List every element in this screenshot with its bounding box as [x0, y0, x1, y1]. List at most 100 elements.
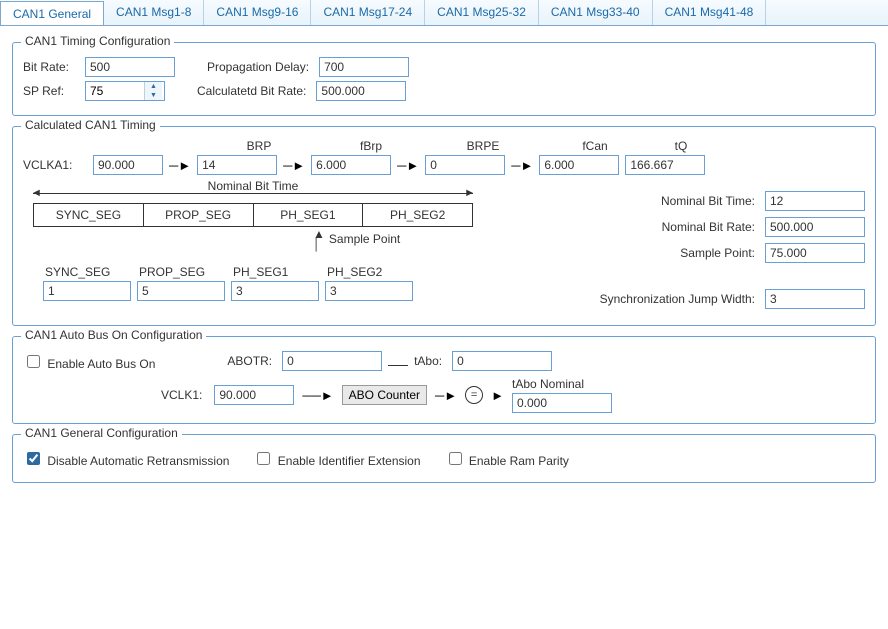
- header-ph-seg1: PH_SEG1: [231, 265, 319, 279]
- cell-ph-seg2: PH_SEG2: [363, 204, 472, 226]
- label-vclka1: VCLKA1:: [23, 158, 83, 172]
- cell-ph-seg1: PH_SEG1: [254, 204, 364, 226]
- tab-can1-msg25-32[interactable]: CAN1 Msg25-32: [425, 0, 539, 25]
- cell-prop-seg: PROP_SEG: [144, 204, 254, 226]
- spinner-down-button[interactable]: ▼: [145, 91, 162, 100]
- fieldset-general-config: CAN1 General Configuration Disable Autom…: [12, 434, 876, 483]
- header-fbrp: fBrp: [331, 139, 411, 153]
- tab-label: CAN1 Msg17-24: [323, 5, 412, 19]
- output-tabo: [452, 351, 552, 371]
- legend-auto-bus-on: CAN1 Auto Bus On Configuration: [21, 328, 206, 342]
- checkbox-enable-auto-bus-on[interactable]: Enable Auto Bus On: [23, 352, 155, 371]
- arrow-right-icon: ─►: [169, 158, 191, 173]
- header-prop-seg: PROP_SEG: [137, 265, 225, 279]
- label-sample-point-value: Sample Point:: [585, 246, 755, 260]
- label-vclk1: VCLK1:: [161, 388, 202, 402]
- input-sp-ref[interactable]: [86, 82, 144, 100]
- label-enable-ram-parity: Enable Ram Parity: [469, 454, 569, 468]
- output-sample-point: [765, 243, 865, 263]
- output-vclka1: [93, 155, 163, 175]
- tab-can1-msg9-16[interactable]: CAN1 Msg9-16: [204, 0, 311, 25]
- segment-table: SYNC_SEG PROP_SEG PH_SEG1 PH_SEG2: [33, 203, 473, 227]
- tab-label: CAN1 Msg41-48: [665, 5, 754, 19]
- cell-sync-seg: SYNC_SEG: [34, 204, 144, 226]
- fieldset-auto-bus-on: CAN1 Auto Bus On Configuration Enable Au…: [12, 336, 876, 424]
- label-sjw: Synchronization Jump Width:: [585, 292, 755, 306]
- checkbox-enable-ram-parity-input[interactable]: [449, 452, 462, 465]
- tab-can1-msg33-40[interactable]: CAN1 Msg33-40: [539, 0, 653, 25]
- label-disable-retransmission: Disable Automatic Retransmission: [47, 454, 229, 468]
- arrow-right-icon: ─►: [511, 158, 533, 173]
- arrow-right-icon: ─►: [397, 158, 419, 173]
- tab-bar: CAN1 General CAN1 Msg1-8 CAN1 Msg9-16 CA…: [0, 0, 888, 26]
- label-nominal-bit-time: Nominal Bit Time: [204, 179, 303, 193]
- checkbox-enable-ram-parity[interactable]: Enable Ram Parity: [445, 449, 569, 468]
- label-sp-ref: SP Ref:: [23, 84, 75, 98]
- header-brpe: BRPE: [443, 139, 523, 153]
- label-abotr: ABOTR:: [227, 354, 272, 368]
- output-sync-seg: [43, 281, 131, 301]
- tab-label: CAN1 Msg1-8: [116, 5, 191, 19]
- checkbox-disable-retransmission-input[interactable]: [27, 452, 40, 465]
- tab-can1-msg41-48[interactable]: CAN1 Msg41-48: [653, 0, 767, 25]
- spinner-sp-ref[interactable]: ▲ ▼: [85, 81, 165, 101]
- tab-label: CAN1 General: [13, 7, 91, 21]
- arrow-right-icon: ►: [464, 187, 475, 199]
- label-tabo-nominal: tAbo Nominal: [512, 377, 612, 391]
- header-brp: BRP: [219, 139, 299, 153]
- output-ph-seg1: [231, 281, 319, 301]
- fieldset-calc-timing: Calculated CAN1 Timing BRP fBrp BRPE fCa…: [12, 126, 876, 326]
- output-tabo-nominal: [512, 393, 612, 413]
- header-ph-seg2: PH_SEG2: [325, 265, 413, 279]
- tab-label: CAN1 Msg9-16: [216, 5, 298, 19]
- header-tq: tQ: [641, 139, 721, 153]
- label-prop-delay: Propagation Delay:: [207, 60, 309, 74]
- tab-label: CAN1 Msg33-40: [551, 5, 640, 19]
- tab-can1-general[interactable]: CAN1 General: [0, 1, 104, 26]
- spinner-up-button[interactable]: ▲: [145, 82, 162, 91]
- label-nominal-bit-time: Nominal Bit Time:: [585, 194, 755, 208]
- output-ph-seg2: [325, 281, 413, 301]
- checkbox-enable-id-extension-input[interactable]: [257, 452, 270, 465]
- fieldset-timing-config: CAN1 Timing Configuration Bit Rate: Prop…: [12, 42, 876, 116]
- tab-can1-msg17-24[interactable]: CAN1 Msg17-24: [311, 0, 425, 25]
- checkbox-disable-retransmission[interactable]: Disable Automatic Retransmission: [23, 449, 229, 468]
- header-fcan: fCan: [555, 139, 635, 153]
- header-sync-seg: SYNC_SEG: [43, 265, 131, 279]
- label-sample-point: Sample Point: [329, 232, 400, 246]
- label-calc-bit-rate: Calculatetd Bit Rate:: [197, 84, 306, 98]
- output-brpe: [425, 155, 505, 175]
- legend-timing-config: CAN1 Timing Configuration: [21, 34, 174, 48]
- output-sjw: [765, 289, 865, 309]
- arrow-right-icon: ──►: [302, 388, 333, 403]
- equals-icon: =: [465, 386, 483, 404]
- label-tabo: tAbo:: [414, 354, 442, 368]
- legend-general-config: CAN1 General Configuration: [21, 426, 182, 440]
- checkbox-enable-auto-bus-on-input[interactable]: [27, 355, 40, 368]
- output-calc-bit-rate: [316, 81, 406, 101]
- output-nominal-bit-rate: [765, 217, 865, 237]
- legend-calc-timing: Calculated CAN1 Timing: [21, 118, 160, 132]
- arrow-right-icon: ►: [491, 388, 504, 403]
- output-brp: [197, 155, 277, 175]
- tab-label: CAN1 Msg25-32: [437, 5, 526, 19]
- checkbox-enable-id-extension[interactable]: Enable Identifier Extension: [253, 449, 420, 468]
- tab-can1-msg1-8[interactable]: CAN1 Msg1-8: [104, 0, 204, 25]
- arrow-right-icon: ─►: [283, 158, 305, 173]
- output-nominal-bit-time: [765, 191, 865, 211]
- input-bit-rate[interactable]: [85, 57, 175, 77]
- output-fbrp: [311, 155, 391, 175]
- arrow-up-icon: ▲│: [313, 229, 325, 249]
- label-nominal-bit-rate: Nominal Bit Rate:: [585, 220, 755, 234]
- output-vclk1: [214, 385, 294, 405]
- input-prop-delay[interactable]: [319, 57, 409, 77]
- output-prop-seg: [137, 281, 225, 301]
- input-abotr[interactable]: [282, 351, 382, 371]
- arrow-right-icon: ─►: [435, 388, 457, 403]
- abo-counter-button[interactable]: ABO Counter: [342, 385, 427, 405]
- nominal-bit-time-diagram: ◄ ► Nominal Bit Time SYNC_SEG PROP_SEG P…: [23, 185, 473, 301]
- label-enable-auto-bus-on: Enable Auto Bus On: [47, 357, 155, 371]
- output-fcan: [539, 155, 619, 175]
- output-tq: [625, 155, 705, 175]
- label-bit-rate: Bit Rate:: [23, 60, 75, 74]
